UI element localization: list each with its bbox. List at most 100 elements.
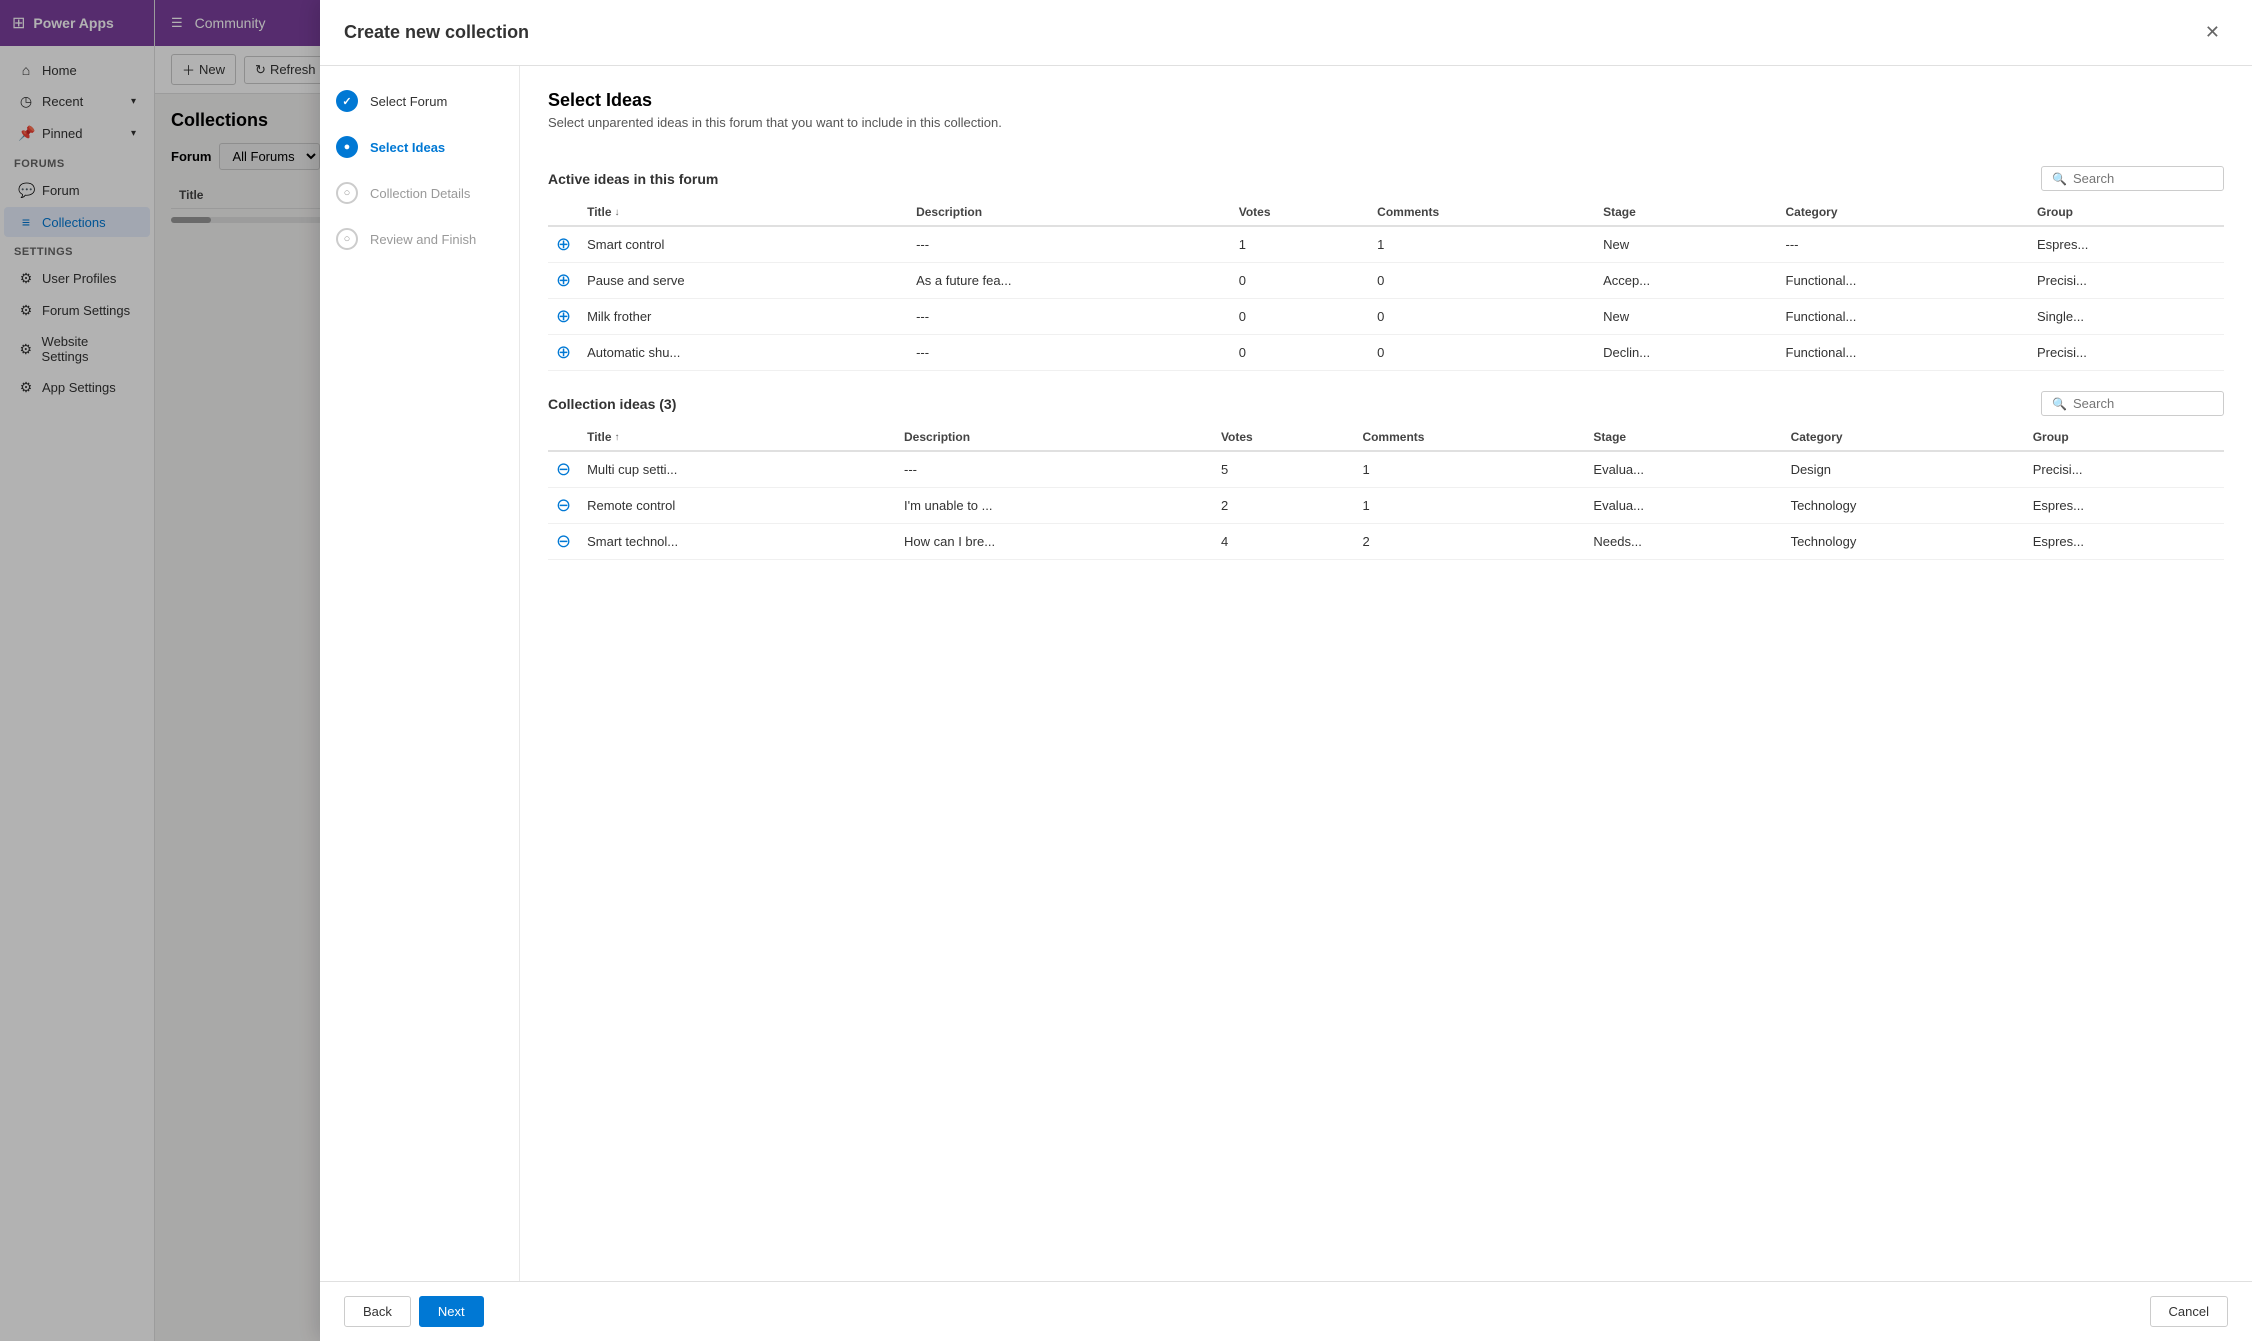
table-row: ⊕ Smart control --- 1 1 New --- Espres..…	[548, 226, 2224, 263]
idea-votes: 5	[1213, 451, 1355, 488]
footer-right: Cancel	[2150, 1296, 2228, 1327]
step-circle-select-forum: ✓	[336, 90, 358, 112]
remove-icon[interactable]: ⊖	[556, 459, 571, 479]
table-row: ⊕ Milk frother --- 0 0 New Functional...…	[548, 299, 2224, 335]
col-title-active: Title↓	[579, 199, 908, 226]
table-row: ⊕ Pause and serve As a future fea... 0 0…	[548, 263, 2224, 299]
idea-comments: 1	[1354, 451, 1585, 488]
add-icon-cell[interactable]: ⊕	[548, 299, 579, 335]
col-stage-collection: Stage	[1585, 424, 1782, 451]
idea-group: Precisi...	[2029, 335, 2224, 371]
collection-ideas-section: Collection ideas (3) 🔍 Title↑	[548, 391, 2224, 560]
idea-group: Espres...	[2025, 524, 2224, 560]
idea-comments: 0	[1369, 299, 1595, 335]
remove-icon-cell[interactable]: ⊖	[548, 524, 579, 560]
idea-stage: Declin...	[1595, 335, 1777, 371]
idea-comments: 1	[1369, 226, 1595, 263]
step-circle-review-finish: ○	[336, 228, 358, 250]
idea-comments: 0	[1369, 263, 1595, 299]
idea-stage: New	[1595, 226, 1777, 263]
idea-title: Pause and serve	[579, 263, 908, 299]
col-group-collection: Group	[2025, 424, 2224, 451]
collection-ideas-label: Collection ideas (3)	[548, 396, 676, 412]
add-icon-cell[interactable]: ⊕	[548, 263, 579, 299]
step-label-select-ideas: Select Ideas	[370, 140, 445, 155]
search-icon: 🔍	[2052, 172, 2067, 186]
idea-description: As a future fea...	[908, 263, 1231, 299]
col-votes-collection: Votes	[1213, 424, 1355, 451]
idea-votes: 4	[1213, 524, 1355, 560]
table-row: ⊖ Remote control I'm unable to ... 2 1 E…	[548, 488, 2224, 524]
remove-icon[interactable]: ⊖	[556, 495, 571, 515]
wizard-step-review-finish: ○ Review and Finish	[336, 228, 503, 250]
step-label-collection-details: Collection Details	[370, 186, 470, 201]
table-row: ⊕ Automatic shu... --- 0 0 Declin... Fun…	[548, 335, 2224, 371]
idea-description: ---	[896, 451, 1213, 488]
wizard-step-select-forum: ✓ Select Forum	[336, 90, 503, 112]
remove-icon-cell[interactable]: ⊖	[548, 488, 579, 524]
col-action-active	[548, 199, 579, 226]
idea-comments: 1	[1354, 488, 1585, 524]
idea-title: Multi cup setti...	[579, 451, 896, 488]
close-button[interactable]: ✕	[2197, 18, 2228, 47]
collection-ideas-search-input[interactable]	[2073, 396, 2213, 411]
collection-ideas-table: Title↑ Description Votes Comments Stage …	[548, 424, 2224, 560]
cancel-button[interactable]: Cancel	[2150, 1296, 2228, 1327]
add-icon[interactable]: ⊕	[556, 270, 571, 290]
select-ideas-title: Select Ideas	[548, 90, 2224, 111]
idea-description: How can I bre...	[896, 524, 1213, 560]
back-button[interactable]: Back	[344, 1296, 411, 1327]
idea-stage: Evalua...	[1585, 451, 1782, 488]
idea-title: Remote control	[579, 488, 896, 524]
add-icon[interactable]: ⊕	[556, 306, 571, 326]
idea-votes: 2	[1213, 488, 1355, 524]
select-ideas-desc: Select unparented ideas in this forum th…	[548, 115, 2224, 130]
idea-group: Precisi...	[2029, 263, 2224, 299]
idea-category: Functional...	[1778, 263, 2030, 299]
idea-title: Smart technol...	[579, 524, 896, 560]
idea-comments: 0	[1369, 335, 1595, 371]
next-button[interactable]: Next	[419, 1296, 484, 1327]
col-comments-active: Comments	[1369, 199, 1595, 226]
idea-votes: 0	[1231, 299, 1369, 335]
col-action-collection	[548, 424, 579, 451]
modal-main-content: Select Ideas Select unparented ideas in …	[520, 66, 2252, 1281]
col-desc-collection: Description	[896, 424, 1213, 451]
remove-icon-cell[interactable]: ⊖	[548, 451, 579, 488]
idea-votes: 1	[1231, 226, 1369, 263]
select-ideas-header: Select Ideas Select unparented ideas in …	[548, 90, 2224, 146]
sort-icon: ↑	[615, 432, 620, 443]
col-group-active: Group	[2029, 199, 2224, 226]
add-icon[interactable]: ⊕	[556, 234, 571, 254]
col-title-collection: Title↑	[579, 424, 896, 451]
idea-group: Single...	[2029, 299, 2224, 335]
col-desc-active: Description	[908, 199, 1231, 226]
remove-icon[interactable]: ⊖	[556, 531, 571, 551]
col-votes-active: Votes	[1231, 199, 1369, 226]
wizard-steps: ✓ Select Forum ● Select Ideas ○ Collecti…	[320, 66, 520, 1281]
modal-header: Create new collection ✕	[320, 0, 2252, 66]
active-ideas-search-input[interactable]	[2073, 171, 2213, 186]
col-category-collection: Category	[1783, 424, 2025, 451]
wizard-step-select-ideas: ● Select Ideas	[336, 136, 503, 158]
idea-title: Smart control	[579, 226, 908, 263]
table-row: ⊖ Smart technol... How can I bre... 4 2 …	[548, 524, 2224, 560]
add-icon[interactable]: ⊕	[556, 342, 571, 362]
idea-stage: Evalua...	[1585, 488, 1782, 524]
collection-ideas-search-box[interactable]: 🔍	[2041, 391, 2224, 416]
idea-category: Technology	[1783, 488, 2025, 524]
add-icon-cell[interactable]: ⊕	[548, 335, 579, 371]
active-ideas-search-box[interactable]: 🔍	[2041, 166, 2224, 191]
idea-category: Design	[1783, 451, 2025, 488]
footer-left: Back Next	[344, 1296, 484, 1327]
col-stage-active: Stage	[1595, 199, 1777, 226]
add-icon-cell[interactable]: ⊕	[548, 226, 579, 263]
modal-body: ✓ Select Forum ● Select Ideas ○ Collecti…	[320, 66, 2252, 1281]
idea-description: ---	[908, 335, 1231, 371]
idea-group: Espres...	[2029, 226, 2224, 263]
idea-description: I'm unable to ...	[896, 488, 1213, 524]
idea-votes: 0	[1231, 263, 1369, 299]
idea-category: Technology	[1783, 524, 2025, 560]
idea-description: ---	[908, 299, 1231, 335]
step-circle-select-ideas: ●	[336, 136, 358, 158]
